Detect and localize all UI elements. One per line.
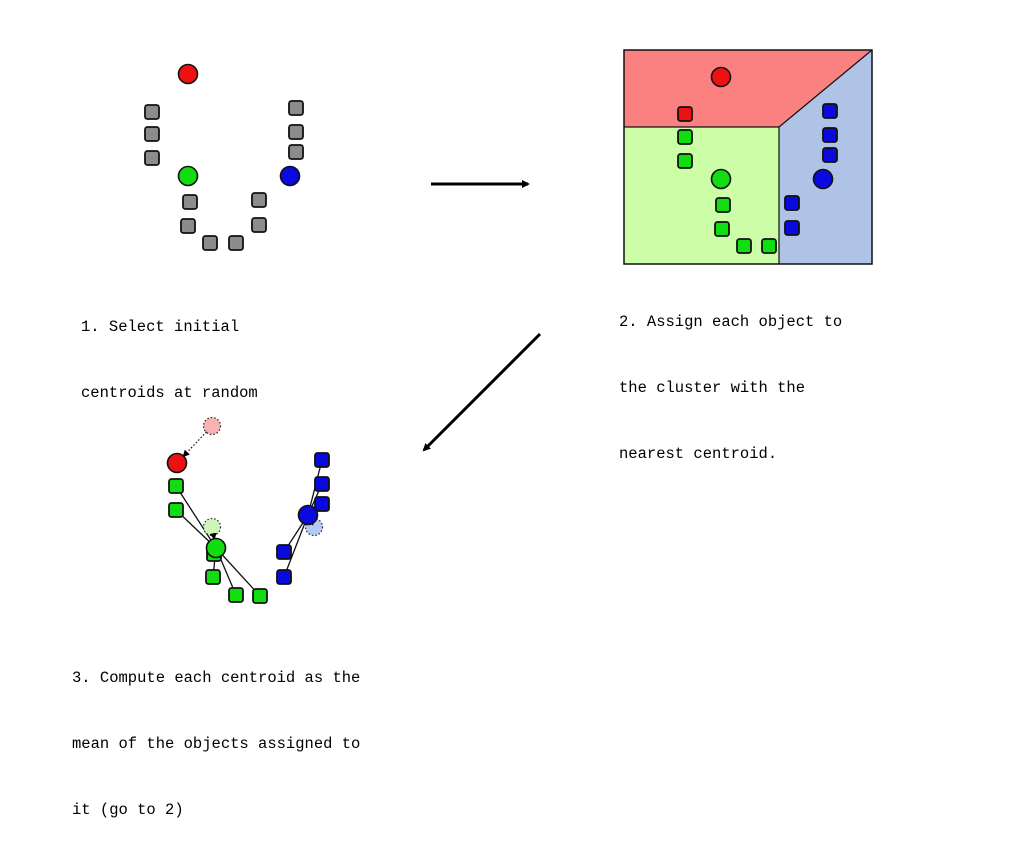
centroid-move-arrow-red bbox=[182, 431, 207, 458]
caption-line: it (go to 2) bbox=[72, 801, 184, 819]
object-gray-step1 bbox=[144, 150, 160, 166]
object-blue-step3 bbox=[276, 544, 292, 560]
object-gray-step1 bbox=[202, 235, 218, 251]
object-blue-step2 bbox=[784, 220, 800, 236]
object-gray-step1 bbox=[288, 124, 304, 140]
object-gray-step1 bbox=[288, 144, 304, 160]
object-green-step3 bbox=[228, 587, 244, 603]
object-blue-step3 bbox=[314, 496, 330, 512]
object-gray-step1 bbox=[251, 217, 267, 233]
centroid-blue-step2 bbox=[812, 168, 834, 190]
object-gray-step1 bbox=[144, 104, 160, 120]
object-blue-step2 bbox=[784, 195, 800, 211]
region-green bbox=[624, 127, 779, 264]
centroid-red-step3 bbox=[166, 452, 188, 474]
step-2-caption: 2. Assign each object to the cluster wit… bbox=[619, 267, 842, 487]
object-green-step2 bbox=[714, 221, 730, 237]
object-green-step2 bbox=[761, 238, 777, 254]
object-green-step3 bbox=[168, 478, 184, 494]
caption-line: 1. Select initial bbox=[81, 318, 240, 336]
object-green-step2 bbox=[736, 238, 752, 254]
caption-line: mean of the objects assigned to bbox=[72, 735, 361, 753]
object-green-step3 bbox=[252, 588, 268, 604]
object-gray-step1 bbox=[288, 100, 304, 116]
object-gray-step1 bbox=[144, 126, 160, 142]
object-green-step3 bbox=[168, 502, 184, 518]
step-3-assignment-lines bbox=[175, 459, 323, 597]
centroid-red-step2 bbox=[710, 66, 732, 88]
object-blue-step3 bbox=[314, 452, 330, 468]
caption-line: 2. Assign each object to bbox=[619, 313, 843, 331]
object-blue-step3 bbox=[314, 476, 330, 492]
centroid-blue-step3 bbox=[297, 504, 319, 526]
caption-line: nearest centroid. bbox=[619, 445, 778, 463]
centroid-blue-step1 bbox=[279, 165, 301, 187]
step-1-caption: 1. Select initial centroids at random bbox=[81, 272, 258, 426]
step-3-caption: 3. Compute each centroid as the mean of … bbox=[72, 623, 360, 843]
centroid-green-step2 bbox=[710, 168, 732, 190]
centroid-move-arrow-green bbox=[209, 532, 217, 541]
caption-line: centroids at random bbox=[81, 384, 258, 402]
object-green-step2 bbox=[677, 153, 693, 169]
object-gray-step1 bbox=[182, 194, 198, 210]
arrow-step2-to-step3 bbox=[422, 332, 542, 452]
caption-line: the cluster with the bbox=[619, 379, 806, 397]
object-blue-step2 bbox=[822, 103, 838, 119]
object-gray-step1 bbox=[251, 192, 267, 208]
centroid-red-step1 bbox=[177, 63, 199, 85]
old-centroid-green bbox=[202, 517, 222, 537]
centroid-green-step1 bbox=[177, 165, 199, 187]
object-green-step2 bbox=[677, 129, 693, 145]
object-gray-step1 bbox=[228, 235, 244, 251]
caption-line: 3. Compute each centroid as the bbox=[72, 669, 361, 687]
object-blue-step2 bbox=[822, 127, 838, 143]
centroid-green-step3 bbox=[205, 537, 227, 559]
object-blue-step3 bbox=[276, 569, 292, 585]
object-blue-step2 bbox=[822, 147, 838, 163]
object-green-step3 bbox=[205, 569, 221, 585]
object-gray-step1 bbox=[180, 218, 196, 234]
object-green-step2 bbox=[715, 197, 731, 213]
object-red-step2 bbox=[677, 106, 693, 122]
